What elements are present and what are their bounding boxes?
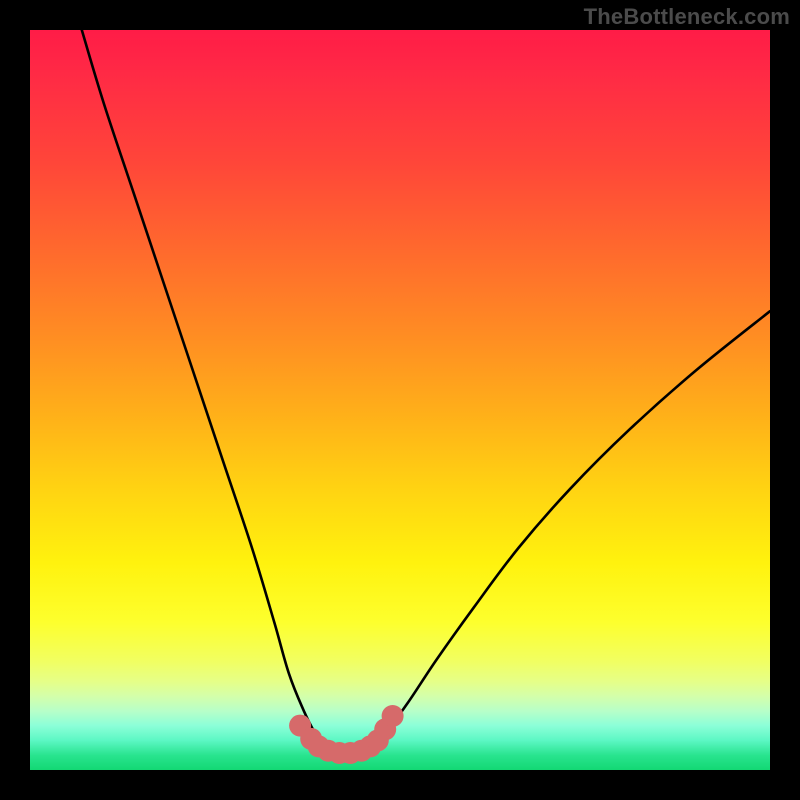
chart-frame: TheBottleneck.com: [0, 0, 800, 800]
curve-left-branch: [82, 30, 322, 744]
marker-dot: [382, 705, 404, 727]
watermark-text: TheBottleneck.com: [584, 4, 790, 30]
chart-svg: [30, 30, 770, 770]
curve-right-branch: [370, 311, 770, 744]
plot-area: [30, 30, 770, 770]
